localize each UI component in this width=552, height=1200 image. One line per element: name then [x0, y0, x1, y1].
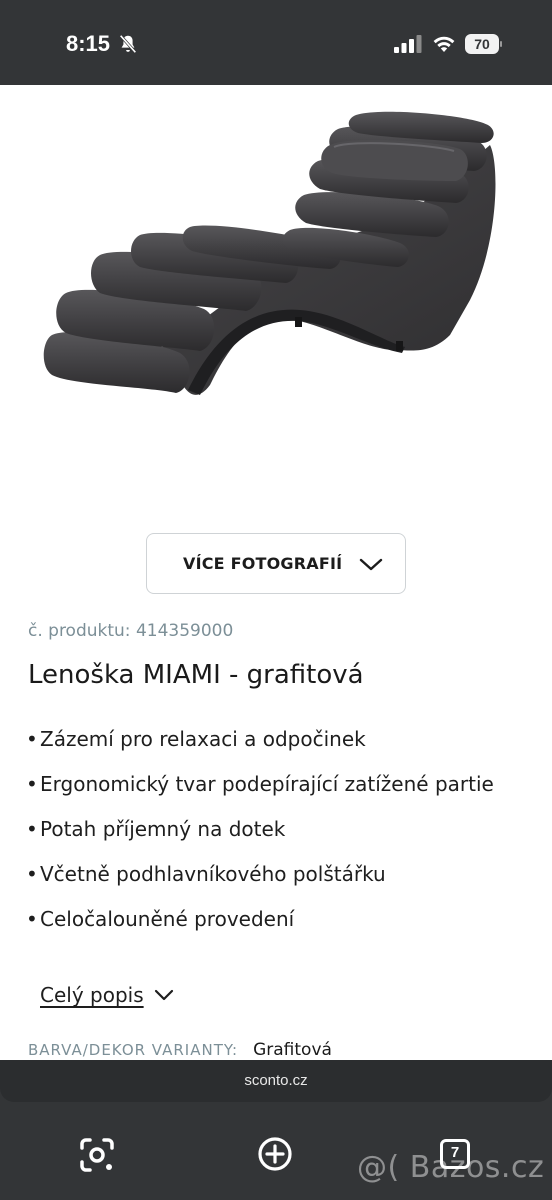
feature-item: Ergonomický tvar podepírající zatížené p…: [26, 767, 516, 801]
feature-list: Zázemí pro relaxaci a odpočinek Ergonomi…: [26, 722, 516, 947]
more-photos-button[interactable]: VÍCE FOTOGRAFIÍ: [146, 533, 406, 594]
chevron-down-icon: [359, 558, 383, 571]
battery-cap: [500, 41, 502, 47]
url-text: sconto.cz: [244, 1072, 308, 1089]
battery-icon: 70: [465, 34, 502, 54]
bell-slash-icon: [119, 34, 137, 54]
lens-icon[interactable]: [78, 1136, 116, 1174]
variant-label: BARVA/DEKOR VARIANTY:: [28, 1041, 239, 1059]
battery-body: 70: [465, 34, 499, 54]
more-photos-label: VÍCE FOTOGRAFIÍ: [183, 554, 343, 573]
watermark-text: @( Bazos.cz: [357, 1150, 545, 1185]
battery-level: 70: [474, 36, 490, 52]
chevron-down-icon: [154, 989, 173, 1001]
variant-row: BARVA/DEKOR VARIANTY: Grafitová: [28, 1040, 332, 1060]
full-description-link[interactable]: Celý popis: [40, 983, 174, 1007]
full-description-label: Celý popis: [40, 983, 144, 1007]
new-tab-icon[interactable]: [256, 1135, 294, 1173]
signal-icon: [394, 35, 422, 53]
feature-item: Zázemí pro relaxaci a odpočinek: [26, 722, 516, 756]
status-bar: 8:15 70: [0, 0, 552, 85]
feature-item: Celočalouněné provedení: [26, 902, 516, 936]
product-title: Lenoška MIAMI - grafitová: [28, 660, 364, 690]
product-number: č. produktu: 414359000: [28, 621, 234, 641]
wifi-icon: [433, 36, 455, 52]
feature-item: Včetně podhlavníkového polštářku: [26, 857, 516, 891]
feature-item: Potah příjemný na dotek: [26, 812, 516, 846]
status-time: 8:15: [66, 31, 111, 56]
product-image[interactable]: [0, 85, 552, 525]
address-bar[interactable]: sconto.cz: [0, 1060, 552, 1102]
variant-value[interactable]: Grafitová: [253, 1040, 332, 1060]
